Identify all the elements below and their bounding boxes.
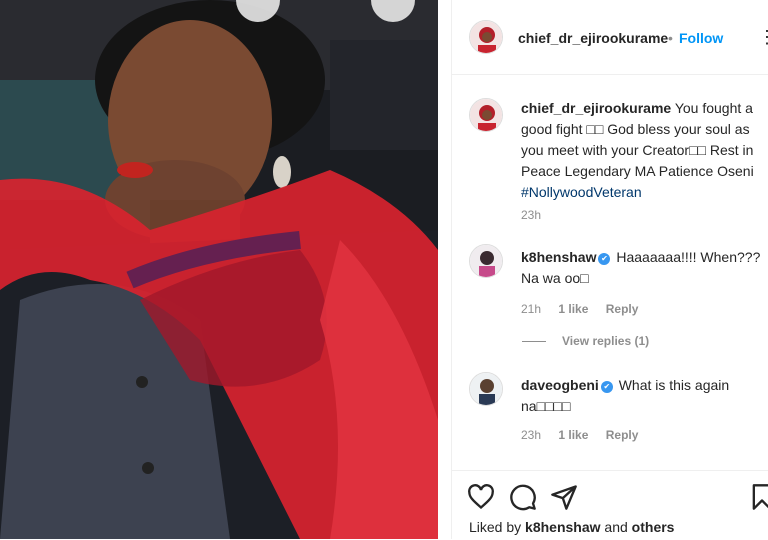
post-details-panel: chief_dr_ejirookurame • Follow ⋮ chief_d…	[451, 0, 768, 539]
comment-likes[interactable]: 1 like	[558, 428, 588, 442]
comment-meta: 21h 1 like Reply	[521, 302, 652, 316]
comment-likes[interactable]: 1 like	[558, 302, 588, 316]
liked-by-others[interactable]: others	[632, 519, 675, 535]
commenter-avatar[interactable]	[469, 372, 503, 406]
heart-icon[interactable]	[467, 483, 495, 511]
reply-button[interactable]: Reply	[606, 428, 639, 442]
bookmark-icon[interactable]	[748, 483, 768, 511]
post-photo	[0, 0, 438, 539]
caption-username[interactable]: chief_dr_ejirookurame	[521, 100, 671, 116]
author-avatar[interactable]	[469, 20, 503, 54]
share-icon[interactable]	[550, 483, 578, 511]
post-actions: Liked by k8henshaw and others	[452, 470, 768, 540]
header-dot-separator: •	[668, 30, 673, 46]
commenter-avatar[interactable]	[469, 244, 503, 278]
verified-badge-icon: ✔	[598, 253, 611, 265]
view-replies-button[interactable]: View replies (1)	[522, 334, 649, 348]
reply-button[interactable]: Reply	[606, 302, 639, 316]
post-header: chief_dr_ejirookurame • Follow ⋮	[452, 0, 768, 75]
liked-by-user[interactable]: k8henshaw	[525, 519, 600, 535]
comment-username[interactable]: k8henshaw	[521, 249, 596, 265]
view-replies-line	[522, 341, 546, 343]
caption-avatar[interactable]	[469, 98, 503, 132]
caption-hashtag[interactable]: #NollywoodVeteran	[521, 184, 642, 200]
comment-username[interactable]: daveogbeni	[521, 377, 599, 393]
comment-text-block: k8henshaw ✔ Haaaaaaa!!!! When??? Na wa oo…	[521, 247, 768, 289]
liked-by-text: Liked by k8henshaw and others	[469, 519, 674, 535]
liked-by-prefix: Liked by	[469, 519, 522, 535]
view-replies-label: View replies (1)	[562, 334, 650, 348]
caption-meta: 23h	[521, 208, 555, 222]
more-options-icon[interactable]: ⋮	[758, 27, 768, 48]
follow-button[interactable]: Follow	[679, 30, 723, 46]
comment-icon[interactable]	[509, 483, 537, 511]
liked-by-and: and	[604, 519, 628, 535]
caption-text-block: chief_dr_ejirookurame You fought a good …	[521, 98, 768, 203]
comment-text-block: daveogbeni ✔ What is this again na□□□□	[521, 375, 768, 417]
comment-time[interactable]: 21h	[521, 302, 541, 316]
caption-time[interactable]: 23h	[521, 208, 541, 222]
verified-badge-icon: ✔	[600, 381, 613, 393]
author-username[interactable]: chief_dr_ejirookurame	[518, 30, 668, 46]
post-image	[0, 0, 438, 539]
comment-meta: 23h 1 like Reply	[521, 428, 652, 442]
comment-time[interactable]: 23h	[521, 428, 541, 442]
